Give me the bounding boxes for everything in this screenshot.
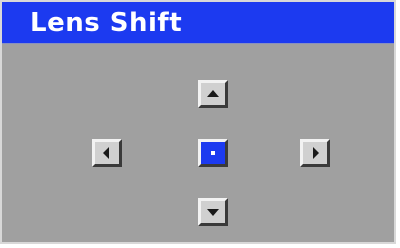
lens-shift-panel: Lens Shift — [0, 0, 396, 244]
triangle-down-icon — [207, 209, 219, 216]
triangle-left-icon — [103, 147, 109, 159]
panel-title: Lens Shift — [30, 8, 183, 38]
shift-left-button[interactable] — [92, 139, 122, 167]
triangle-up-icon — [207, 90, 219, 97]
shift-center-button[interactable] — [198, 139, 228, 167]
title-bar: Lens Shift — [2, 2, 394, 44]
shift-up-button[interactable] — [198, 80, 228, 108]
center-dot-icon — [211, 151, 215, 155]
shift-right-button[interactable] — [300, 139, 330, 167]
triangle-right-icon — [313, 147, 319, 159]
shift-down-button[interactable] — [198, 198, 228, 226]
